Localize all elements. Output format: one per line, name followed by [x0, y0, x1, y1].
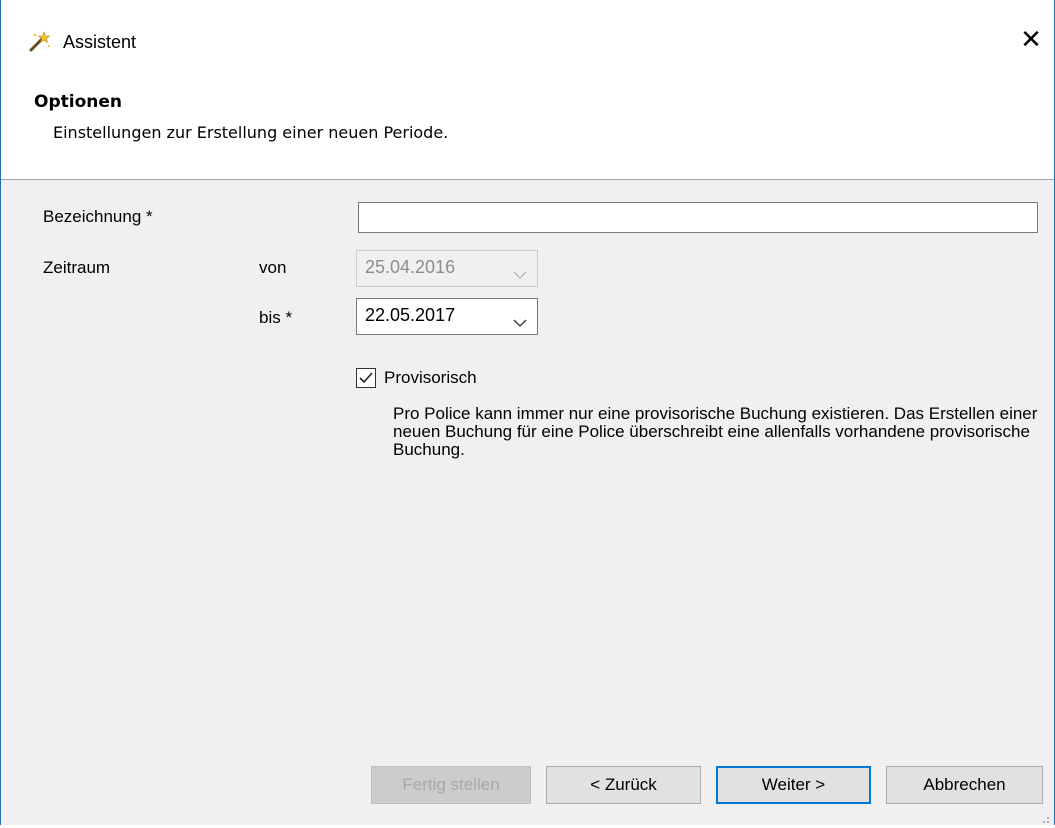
bis-date-picker[interactable]: 22.05.2017 — [356, 298, 538, 335]
back-button[interactable]: < Zurück — [546, 766, 701, 804]
provisorisch-label[interactable]: Provisorisch — [384, 368, 477, 388]
close-icon: ✕ — [1020, 25, 1042, 55]
next-button[interactable]: Weiter > — [716, 766, 871, 804]
zeitraum-label: Zeitraum — [43, 258, 111, 277]
page-subtitle: Einstellungen zur Erstellung einer neuen… — [53, 123, 449, 142]
von-label: von — [259, 258, 287, 277]
page-title: Optionen — [34, 92, 122, 112]
cancel-button[interactable]: Abbrechen — [886, 766, 1043, 804]
wizard-header: Optionen Einstellungen zur Erstellung ei… — [1, 76, 1054, 180]
bis-date-value: 22.05.2017 — [365, 305, 456, 325]
provisorisch-checkbox[interactable] — [356, 368, 376, 388]
wizard-window: Assistent ✕ Optionen Einstellungen zur E… — [0, 0, 1055, 825]
bezeichnung-input[interactable] — [358, 202, 1038, 233]
wizard-wand-icon — [27, 30, 51, 54]
close-button[interactable]: ✕ — [1008, 20, 1054, 60]
von-date-value: 25.04.2016 — [365, 257, 456, 277]
chevron-down-icon[interactable] — [513, 312, 527, 327]
bezeichnung-label: Bezeichnung * — [43, 207, 153, 226]
chevron-down-icon — [513, 264, 527, 279]
bis-label: bis * — [259, 308, 293, 327]
window-title: Assistent — [63, 32, 137, 52]
checkmark-icon — [359, 372, 373, 384]
provisorisch-note: Pro Police kann immer nur eine provisori… — [393, 404, 1038, 459]
title-bar: Assistent ✕ — [1, 0, 1054, 76]
resize-grip-icon[interactable] — [1040, 809, 1050, 823]
finish-button[interactable]: Fertig stellen — [371, 766, 531, 804]
von-date-picker: 25.04.2016 — [356, 250, 538, 287]
